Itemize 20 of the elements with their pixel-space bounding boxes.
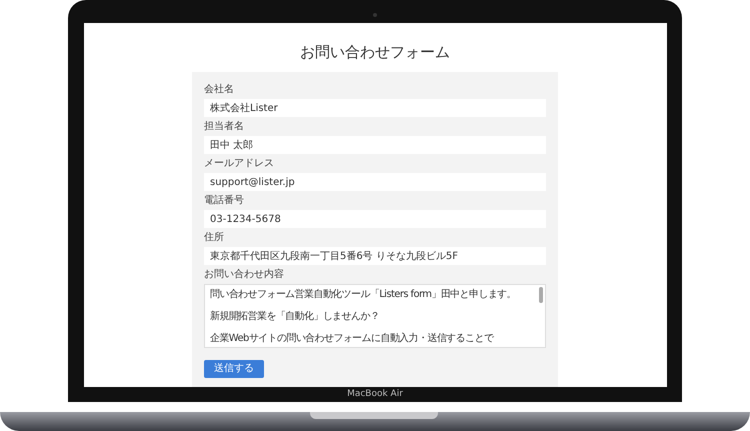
field-label: 住所	[204, 232, 225, 244]
message-field[interactable]: 問い合わせフォーム営業自動化ツール「Listers form」田中と申します。 新規開拓営業を「自動化」しませんか？ 企業Webサイトの問い合わせフォームに自動入力・送信することで	[204, 284, 546, 348]
camera-icon	[373, 13, 377, 17]
message-paragraph: 問い合わせフォーム営業自動化ツール「Listers form」田中と申します。	[210, 289, 518, 301]
scrollbar-thumb[interactable]	[539, 287, 543, 303]
text-field[interactable]: 東京都千代田区九段南一丁目5番6号 りそな九段ビル5F	[204, 247, 546, 265]
text-field[interactable]: support@lister.jp	[204, 173, 546, 191]
page-title: お問い合わせフォーム	[300, 43, 450, 61]
field-label: 電話番号	[204, 195, 245, 207]
field-label: お問い合わせ内容	[204, 269, 285, 281]
message-paragraph: 企業Webサイトの問い合わせフォームに自動入力・送信することで	[210, 333, 495, 345]
field-label: 会社名	[204, 84, 235, 96]
text-field[interactable]: 03-1234-5678	[204, 210, 546, 228]
submit-button[interactable]: 送信する	[204, 360, 264, 378]
text-field[interactable]: 株式会社Lister	[204, 99, 546, 117]
field-label: 担当者名	[204, 121, 245, 133]
message-paragraph: 新規開拓営業を「自動化」しませんか？	[210, 311, 380, 323]
laptop-label: MacBook Air	[347, 388, 403, 401]
text-field[interactable]: 田中 太郎	[204, 136, 546, 154]
field-label: メールアドレス	[204, 158, 275, 170]
